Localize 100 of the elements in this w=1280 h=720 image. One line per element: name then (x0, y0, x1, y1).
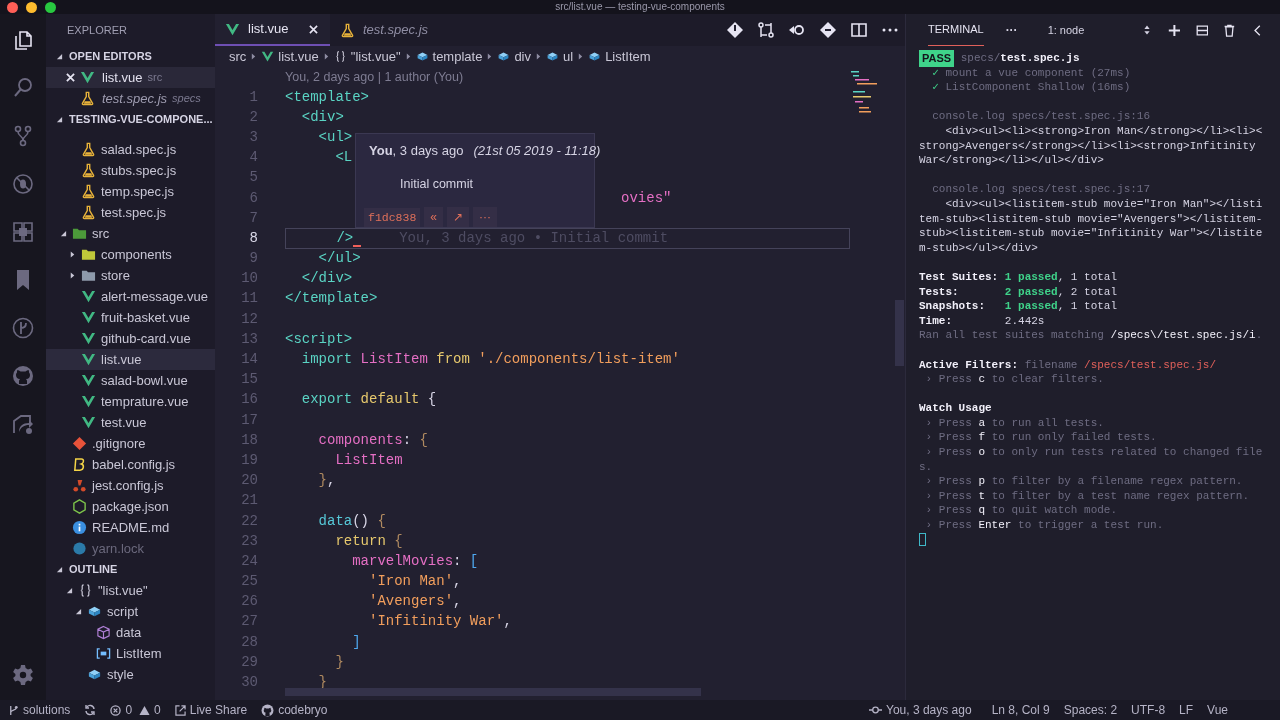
file-name: fruit-basket.vue (101, 308, 190, 327)
branch-circle-icon[interactable] (11, 316, 35, 340)
commit-hash-button[interactable]: f1dc838 (364, 207, 421, 227)
collapsed-arrow-icon[interactable] (69, 251, 76, 258)
tree-item[interactable]: ListItem (46, 643, 215, 664)
code-line: return { (334, 531, 403, 551)
branch-icon (8, 704, 19, 716)
compare-icon[interactable] (757, 21, 775, 39)
tree-item[interactable]: store (46, 265, 215, 286)
terminal-text: console.log specs/test.spec.js:17 (931, 182, 1151, 198)
tree-item[interactable]: script (46, 601, 215, 622)
status-item[interactable]: UTF-8 (1131, 701, 1166, 719)
expanded-arrow-icon[interactable] (75, 608, 82, 615)
commit-action-button[interactable]: ··· (473, 207, 497, 228)
settings-icon[interactable] (11, 663, 35, 687)
expanded-arrow-icon[interactable] (66, 587, 73, 594)
tree-item[interactable]: babel.config.js (46, 454, 215, 475)
line-number: 16 (240, 390, 258, 410)
blame-button[interactable]: You, 3 days ago (869, 701, 972, 719)
expanded-arrow-icon[interactable] (56, 566, 63, 573)
github-icon[interactable] (11, 364, 35, 388)
status-item[interactable]: Vue (1207, 701, 1228, 719)
editor-tab[interactable]: list.vue (215, 14, 330, 46)
expanded-arrow-icon[interactable] (56, 53, 63, 60)
terminal-selector[interactable]: 1: node (1047, 21, 1150, 39)
maximize-button[interactable] (45, 1, 56, 13)
bug-icon[interactable] (11, 172, 35, 196)
tree-item[interactable]: data (46, 622, 215, 643)
expanded-arrow-icon[interactable] (60, 230, 67, 237)
tree-item[interactable]: src (46, 223, 215, 244)
editor-tab[interactable]: test.spec.js (330, 14, 450, 46)
diamond-icon[interactable] (819, 21, 837, 39)
close-window-button[interactable] (7, 1, 18, 13)
tree-item[interactable]: temp.spec.js (46, 181, 215, 202)
tree-item[interactable]: style (46, 664, 215, 685)
open-editor-item[interactable]: test.spec.js specs (46, 88, 215, 109)
plus-icon[interactable] (1167, 22, 1181, 38)
extensions-icon[interactable] (11, 220, 35, 244)
split-panel-icon[interactable] (1195, 22, 1209, 38)
branch-button[interactable]: solutions (8, 701, 71, 719)
open-editor-item[interactable]: list.vue src (46, 67, 215, 88)
minimize-button[interactable] (26, 1, 37, 13)
tree-item[interactable]: package.json (46, 496, 215, 517)
status-item[interactable]: LF (1179, 701, 1194, 719)
breadcrumb[interactable]: "list.vue" (333, 46, 401, 67)
breadcrumb[interactable]: src (229, 46, 247, 67)
code-lens[interactable]: You, 2 days ago | 1 author (You) (285, 67, 464, 87)
tree-item[interactable]: stubs.spec.js (46, 160, 215, 181)
flask-icon (340, 22, 355, 38)
account-button[interactable]: codebryo (261, 701, 328, 719)
line-number: 30 (240, 673, 258, 693)
close-icon[interactable] (66, 73, 75, 82)
sync-icon[interactable] (84, 704, 97, 716)
trash-icon[interactable] (1223, 22, 1237, 38)
live-share-button[interactable]: Live Share (174, 701, 248, 719)
tree-item[interactable]: test.vue (46, 412, 215, 433)
scrollbar-thumb[interactable] (285, 688, 701, 696)
breadcrumb[interactable]: template (415, 46, 483, 67)
tree-item[interactable]: jest.config.js (46, 475, 215, 496)
terminal-text: › Press (924, 445, 973, 461)
file-name: temp.spec.js (101, 182, 174, 201)
tree-item[interactable]: "list.vue" (46, 580, 215, 601)
info-icon (72, 520, 87, 535)
status-item[interactable]: Spaces: 2 (1063, 701, 1118, 719)
status-item[interactable]: Ln 8, Col 9 (991, 701, 1050, 719)
cube-icon (96, 625, 111, 640)
close-icon[interactable] (309, 24, 318, 34)
file-name: salad.spec.js (101, 140, 177, 159)
tree-item[interactable]: .gitignore (46, 433, 215, 454)
section-header[interactable]: OPEN EDITORS (46, 46, 215, 67)
code-line: 'Iron Man', (368, 572, 462, 592)
section-header[interactable]: OUTLINE (46, 559, 215, 580)
tree-item[interactable]: components (46, 244, 215, 265)
panel-tab[interactable]: TERMINAL (928, 14, 984, 46)
cube-icon (546, 50, 559, 63)
more-button[interactable]: ··· (1005, 21, 1018, 39)
commit-action-button[interactable]: ↗ (447, 207, 469, 228)
commit-action-button[interactable]: « (424, 207, 443, 228)
section-header[interactable]: TESTING-VUE-COMPONE... (46, 109, 215, 130)
tree-item[interactable]: alert-message.vue (46, 286, 215, 307)
split-editor-icon[interactable] (850, 21, 868, 39)
breadcrumb[interactable]: ListItem (588, 46, 651, 67)
problems-button[interactable]: 0 0 (110, 701, 161, 719)
expanded-arrow-icon[interactable] (56, 116, 63, 123)
tree-item[interactable]: README.md (46, 517, 215, 538)
tree-item[interactable]: test.spec.js (46, 202, 215, 223)
tree-item[interactable]: temprature.vue (46, 391, 215, 412)
tree-item[interactable]: github-card.vue (46, 328, 215, 349)
share-icon[interactable] (11, 412, 35, 436)
scrollbar-thumb[interactable] (895, 300, 904, 366)
collapsed-arrow-icon[interactable] (69, 272, 76, 279)
breadcrumb[interactable]: ul (546, 46, 574, 67)
tree-item[interactable]: fruit-basket.vue (46, 307, 215, 328)
tree-item[interactable]: salad.spec.js (46, 139, 215, 160)
tree-item[interactable]: salad-bowl.vue (46, 370, 215, 391)
diamond-icon[interactable] (726, 21, 744, 39)
share-icon (174, 704, 186, 716)
tree-item[interactable]: list.vue (46, 349, 215, 370)
breadcrumb[interactable]: list.vue (261, 46, 319, 67)
breadcrumb[interactable]: div (497, 46, 531, 67)
